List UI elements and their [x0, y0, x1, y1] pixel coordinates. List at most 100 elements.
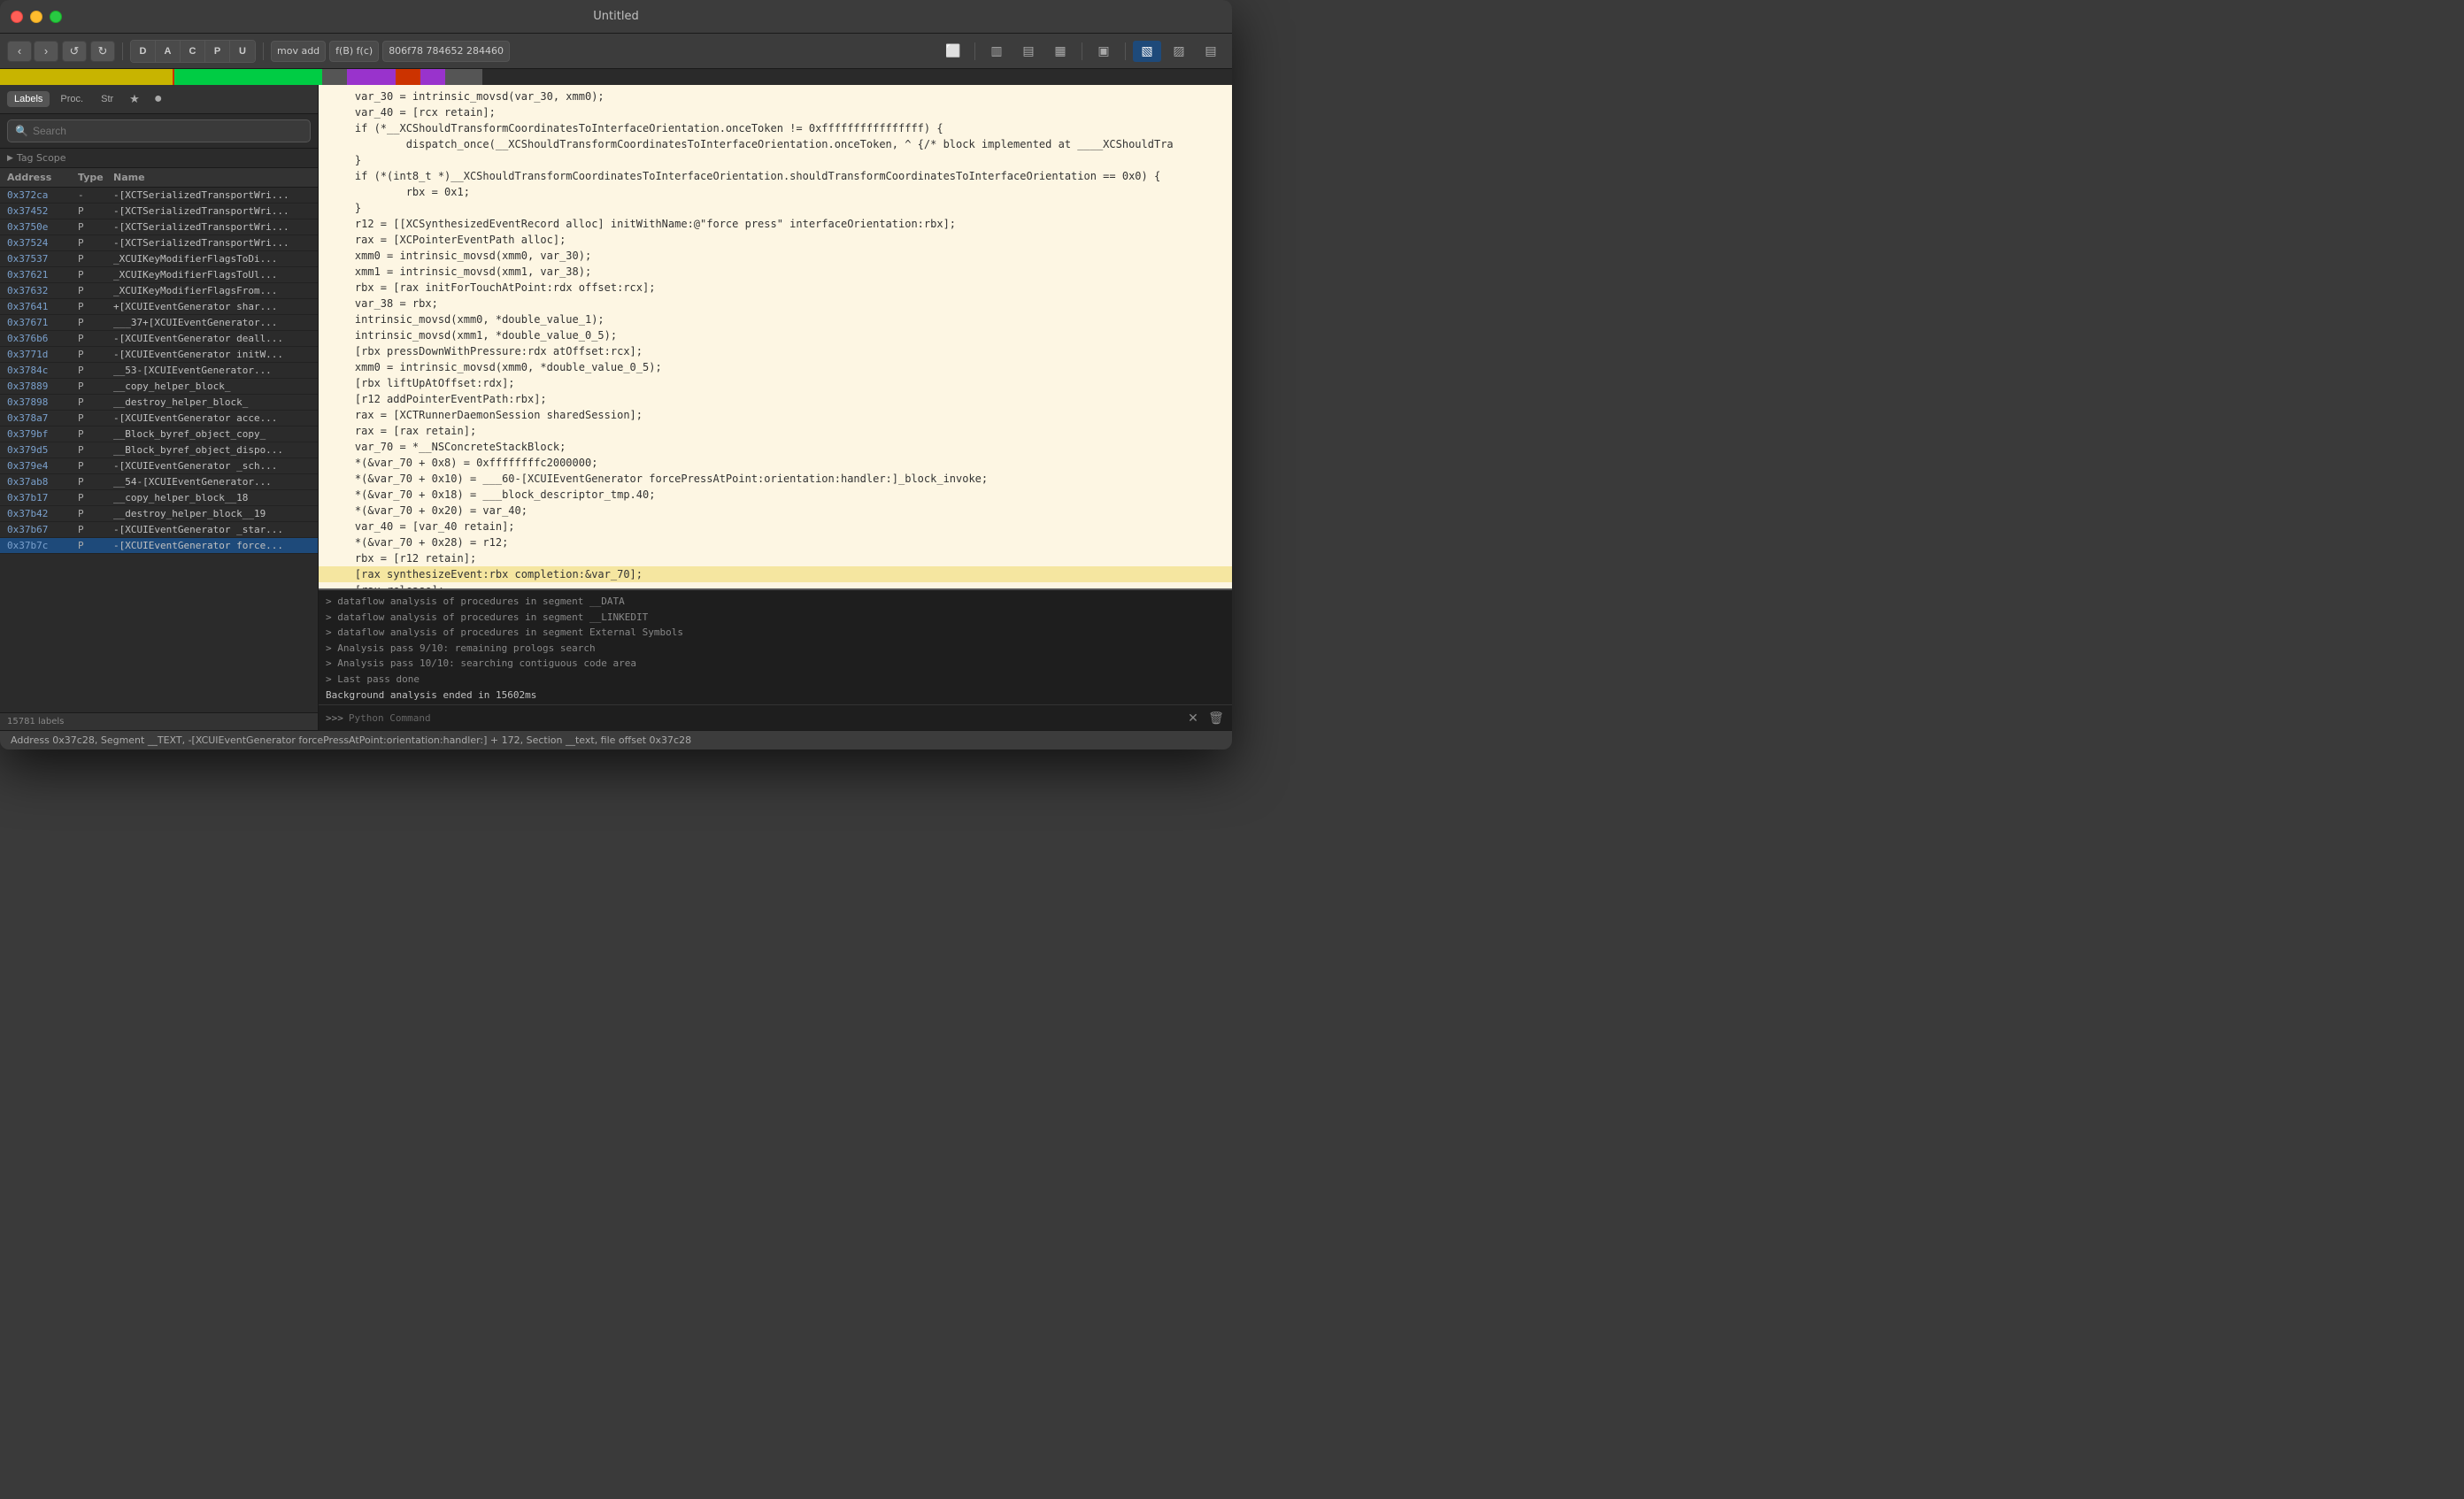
code-line: xmm0 = intrinsic_movsd(xmm0, *double_val…	[319, 359, 1232, 375]
table-row[interactable]: 0x37b17P__copy_helper_block__18	[0, 490, 318, 506]
console-input[interactable]	[349, 712, 1179, 724]
minimize-button[interactable]	[30, 11, 42, 23]
code-line: rax = [rax retain];	[319, 423, 1232, 439]
table-row[interactable]: 0x3784cP__53-[XCUIEventGenerator...	[0, 363, 318, 379]
redo-button[interactable]: ↻	[90, 41, 115, 62]
bottom-toggle-button[interactable]: ▨	[1165, 41, 1193, 62]
right-panel: var_30 = intrinsic_movsd(var_30, xmm0); …	[319, 85, 1232, 730]
table-row[interactable]: 0x37b42P__destroy_helper_block__19	[0, 506, 318, 522]
tab-str[interactable]: Str	[94, 91, 120, 107]
traffic-lights	[11, 11, 62, 23]
code-line: *(&var_70 + 0x28) = r12;	[319, 534, 1232, 550]
labels-table[interactable]: Address Type Name 0x372ca--[XCTSerialize…	[0, 168, 318, 712]
code-line: [rbx liftUpAtOffset:rdx];	[319, 375, 1232, 391]
seg-a-button[interactable]: A	[156, 41, 181, 62]
full-toggle-button[interactable]: ▤	[1197, 41, 1225, 62]
code-line: intrinsic_movsd(xmm1, *double_value_0_5)…	[319, 327, 1232, 343]
layout1-button[interactable]: ▥	[982, 41, 1011, 62]
mem-seg-4	[347, 69, 397, 85]
layout3-button[interactable]: ▦	[1046, 41, 1074, 62]
table-row[interactable]: 0x37524P-[XCTSerializedTransportWri...	[0, 235, 318, 251]
sidebar-footer: 15781 labels	[0, 712, 318, 730]
panel1-button[interactable]: ▣	[1090, 41, 1118, 62]
divider-5	[1125, 42, 1126, 60]
search-input[interactable]	[33, 125, 303, 137]
table-row[interactable]: 0x37898P__destroy_helper_block_	[0, 395, 318, 411]
undo-button[interactable]: ↺	[62, 41, 87, 62]
tag-scope[interactable]: ▶ Tag Scope	[0, 149, 318, 168]
table-row[interactable]: 0x37ab8P__54-[XCUIEventGenerator...	[0, 474, 318, 490]
table-row[interactable]: 0x3771dP-[XCUIEventGenerator initW...	[0, 347, 318, 363]
seg-p-button[interactable]: P	[205, 41, 230, 62]
code-area: var_30 = intrinsic_movsd(var_30, xmm0); …	[319, 85, 1232, 588]
tab-favorites[interactable]: ★	[124, 89, 145, 109]
table-row[interactable]: 0x37452P-[XCTSerializedTransportWri...	[0, 204, 318, 219]
forward-button[interactable]: ›	[34, 41, 58, 62]
console-clear-button[interactable]: ✕	[1184, 709, 1202, 726]
view-icons: ⬜ ▥ ▤ ▦ ▣ ▧ ▨ ▤	[939, 41, 1225, 62]
code-line: dispatch_once(__XCShouldTransformCoordin…	[319, 136, 1232, 152]
table-row[interactable]: 0x37b67P-[XCUIEventGenerator _star...	[0, 522, 318, 538]
mem-seg-7	[445, 69, 482, 85]
console-line-1: > dataflow analysis of procedures in seg…	[326, 594, 1225, 610]
code-scroll[interactable]: var_30 = intrinsic_movsd(var_30, xmm0); …	[319, 85, 1232, 588]
table-row[interactable]: 0x372ca--[XCTSerializedTransportWri...	[0, 188, 318, 204]
code-line: var_70 = *__NSConcreteStackBlock;	[319, 439, 1232, 455]
code-lines: var_30 = intrinsic_movsd(var_30, xmm0); …	[319, 88, 1232, 588]
back-button[interactable]: ‹	[7, 41, 32, 62]
table-row[interactable]: 0x37641P+[XCUIEventGenerator shar...	[0, 299, 318, 315]
code-line: *(&var_70 + 0x20) = var_40;	[319, 503, 1232, 519]
console-line-2: > dataflow analysis of procedures in seg…	[326, 610, 1225, 626]
sidebar-tabs: Labels Proc. Str ★ ●	[0, 85, 318, 114]
table-row[interactable]: 0x37632P_XCUIKeyModifierFlagsFrom...	[0, 283, 318, 299]
table-row[interactable]: 0x37b7cP-[XCUIEventGenerator force...	[0, 538, 318, 554]
search-box[interactable]: 🔍	[7, 119, 311, 142]
table-row[interactable]: 0x379bfP__Block_byref_object_copy_	[0, 427, 318, 442]
console-area: > dataflow analysis of procedures in seg…	[319, 588, 1232, 730]
seg-u-button[interactable]: U	[230, 41, 255, 62]
code-line: [r12 addPointerEventPath:rbx];	[319, 391, 1232, 407]
code-line: var_40 = [rcx retain];	[319, 104, 1232, 120]
table-row[interactable]: 0x37889P__copy_helper_block_	[0, 379, 318, 395]
status-bar: Address 0x37c28, Segment __TEXT, -[XCUIE…	[0, 730, 1232, 750]
mov-add-chip: mov add	[271, 41, 326, 62]
table-row[interactable]: 0x3750eP-[XCTSerializedTransportWri...	[0, 219, 318, 235]
table-row[interactable]: 0x376b6P-[XCUIEventGenerator deall...	[0, 331, 318, 347]
func-chip-label: f(B) f(c)	[335, 45, 373, 57]
sidebar-toggle-button[interactable]: ▧	[1133, 41, 1161, 62]
table-row[interactable]: 0x37671P___37+[XCUIEventGenerator...	[0, 315, 318, 331]
console-input-row: >>> ✕ 🗑	[319, 704, 1232, 730]
layout2-button[interactable]: ▤	[1014, 41, 1043, 62]
tab-dot[interactable]: ●	[149, 88, 168, 110]
window-title: Untitled	[593, 10, 638, 23]
status-text: Address 0x37c28, Segment __TEXT, -[XCUIE…	[11, 734, 691, 746]
table-row[interactable]: 0x37537P_XCUIKeyModifierFlagsToDi...	[0, 251, 318, 267]
col-type: Type	[78, 172, 113, 183]
labels-count: 15781 labels	[7, 717, 64, 726]
seg-c-button[interactable]: C	[181, 41, 205, 62]
code-line: rbx = [rax initForTouchAtPoint:rdx offse…	[319, 280, 1232, 296]
code-line: xmm1 = intrinsic_movsd(xmm1, var_38);	[319, 264, 1232, 280]
console-content: > dataflow analysis of procedures in seg…	[319, 590, 1232, 704]
code-line: var_40 = [var_40 retain];	[319, 519, 1232, 534]
tab-proc[interactable]: Proc.	[53, 91, 90, 107]
code-line: if (*(int8_t *)__XCShouldTransformCoordi…	[319, 168, 1232, 184]
console-line-3: > dataflow analysis of procedures in seg…	[326, 625, 1225, 641]
maximize-button[interactable]	[50, 11, 62, 23]
table-row[interactable]: 0x378a7P-[XCUIEventGenerator acce...	[0, 411, 318, 427]
table-row[interactable]: 0x379e4P-[XCUIEventGenerator _sch...	[0, 458, 318, 474]
code-line: rbx = [r12 retain];	[319, 550, 1232, 566]
chip-label: mov add	[277, 45, 320, 57]
close-button[interactable]	[11, 11, 23, 23]
code-line: rbx = 0x1;	[319, 184, 1232, 200]
seg-d-button[interactable]: D	[131, 41, 156, 62]
table-row[interactable]: 0x37621P_XCUIKeyModifierFlagsToUl...	[0, 267, 318, 283]
tab-labels[interactable]: Labels	[7, 91, 50, 107]
code-line: [rax release];	[319, 582, 1232, 588]
chip-icon[interactable]: ⬜	[939, 41, 967, 62]
console-line-7: Background analysis ended in 15602ms	[326, 688, 1225, 703]
addr-chip: 806f78 784652 284460	[382, 41, 510, 62]
table-row[interactable]: 0x379d5P__Block_byref_object_dispo...	[0, 442, 318, 458]
divider-2	[263, 42, 264, 60]
console-trash-button[interactable]: 🗑	[1207, 709, 1225, 726]
